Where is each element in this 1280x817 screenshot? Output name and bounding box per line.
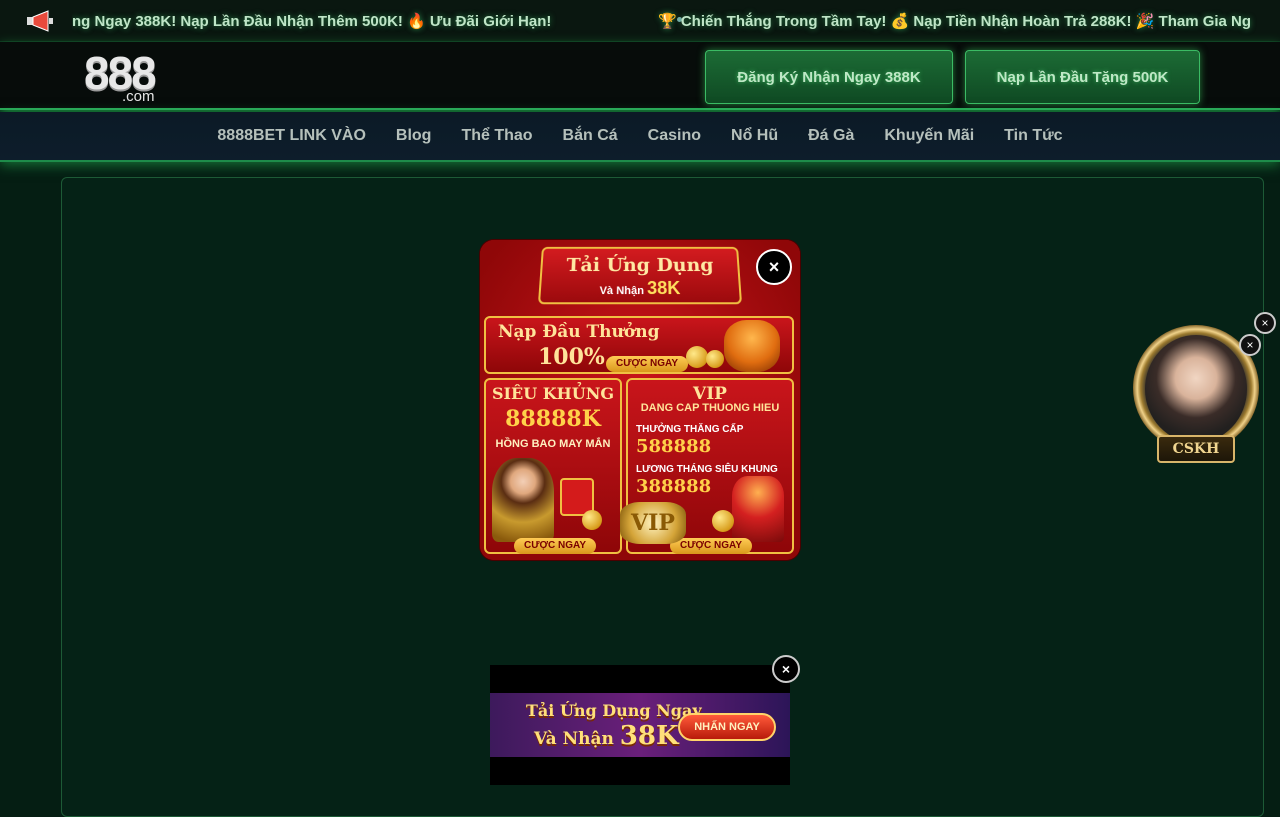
popup-ribbon-sub: Và Nhận 38K [540, 278, 739, 299]
first-deposit-card[interactable]: Nạp Đầu Thưởng 100% CƯỢC NGAY [484, 316, 794, 374]
popup-ribbon-amount: 38K [647, 277, 681, 299]
cskh-label[interactable]: CSKH [1157, 435, 1235, 463]
banner-amount: 38K [619, 721, 679, 751]
nav-item-blog[interactable]: Blog [381, 127, 447, 145]
ticker-text-2: 🏆 Chiến Thắng Trong Tầm Tay! 💰 Nạp Tiền … [658, 13, 1252, 30]
vip-card-sub: DANG CAP THUONG HIEU [640, 402, 780, 414]
customer-support-widget[interactable]: CSKH × [1133, 325, 1261, 475]
ticker-text: ng Ngay 388K! Nạp Lần Đầu Nhận Thêm 500K… [72, 13, 552, 30]
tiger-mascot-icon [724, 320, 780, 372]
site-logo[interactable]: 888 .com [84, 47, 174, 106]
vip-card-label-2: LƯƠNG THÁNG SIÊU KHUNG [636, 464, 778, 475]
nav-item-fishing[interactable]: Bắn Cá [548, 127, 633, 145]
ticker-track: ng Ngay 388K! Nạp Lần Đầu Nhận Thêm 500K… [72, 0, 1260, 41]
main-nav: 8888BET LINK VÀO Blog Thể Thao Bắn Cá Ca… [0, 112, 1280, 162]
vip-badge: VIP [620, 502, 686, 544]
coin-icon [686, 346, 708, 368]
banner-close-button[interactable]: × [772, 655, 800, 683]
popup-close-button[interactable]: × [756, 249, 792, 285]
first-deposit-title: Nạp Đầu Thưởng [498, 322, 660, 342]
bottom-app-banner[interactable]: Tải Ứng Dụng Ngay Và Nhận 38K NHẤN NGAY [490, 665, 790, 785]
nav-item-cockfight[interactable]: Đá Gà [793, 127, 869, 145]
banner-line-2-text: Và Nhận [534, 729, 614, 749]
nav-item-casino[interactable]: Casino [633, 127, 716, 145]
vip-card-title: VIP [693, 384, 727, 404]
cskh-close-button[interactable]: × [1239, 334, 1261, 356]
megaphone-icon [27, 10, 53, 32]
vip-card-label-1: THƯỞNG THĂNG CẤP [636, 424, 744, 435]
nav-item-news[interactable]: Tin Tức [989, 127, 1077, 145]
nav-item-promotions[interactable]: Khuyến Mãi [869, 127, 989, 145]
nav-item-link[interactable]: 8888BET LINK VÀO [202, 127, 380, 145]
nav-item-sports[interactable]: Thể Thao [446, 127, 547, 145]
vip-card-value-2: 388888 [636, 476, 712, 497]
lady-character-icon [492, 458, 554, 542]
popup-ribbon-title: Tải Ứng Dụng [565, 254, 715, 276]
support-agent-avatar [1145, 335, 1247, 443]
lucky-envelope-card[interactable]: SIÊU KHỦNG 88888K HỒNG BAO MAY MẮN CƯỢC … [484, 378, 622, 554]
banner-line-1: Tải Ứng Dụng Ngay [526, 701, 702, 720]
coin-icon [706, 350, 724, 368]
vip-card-value-1: 588888 [636, 436, 712, 457]
site-header: 888 .com Đăng Ký Nhận Ngay 388K Nạp Lần … [0, 42, 1280, 110]
deposit-button[interactable]: Nạp Lần Đầu Tặng 500K [965, 50, 1200, 104]
lucky-card-cta[interactable]: CƯỢC NGAY [514, 538, 597, 554]
vip-card-cta[interactable]: CƯỢC NGAY [670, 538, 753, 554]
first-deposit-pct: 100% [538, 344, 605, 370]
banner-line-2: Và Nhận 38K [534, 721, 679, 751]
announcement-ticker: ng Ngay 388K! Nạp Lần Đầu Nhận Thêm 500K… [0, 0, 1280, 42]
banner-cta-button[interactable]: NHẤN NGAY [678, 713, 776, 741]
nav-item-slots[interactable]: Nổ Hũ [716, 127, 793, 145]
god-of-wealth-icon [732, 476, 784, 542]
promo-popup[interactable]: Tải Ứng Dụng Và Nhận 38K Nạp Đầu Thưởng … [480, 240, 800, 560]
logo-sub: .com [122, 88, 155, 105]
popup-ribbon-sub-text: Và Nhận [599, 284, 645, 298]
register-button[interactable]: Đăng Ký Nhận Ngay 388K [705, 50, 953, 104]
first-deposit-cta[interactable]: CƯỢC NGAY [606, 356, 689, 372]
lucky-card-amount: 88888K [505, 406, 601, 432]
coin-icon [582, 510, 602, 530]
banner-strip: Tải Ứng Dụng Ngay Và Nhận 38K NHẤN NGAY [490, 693, 790, 757]
lucky-card-title: SIÊU KHỦNG [491, 384, 615, 403]
coin-icon [712, 510, 734, 532]
lucky-card-sub: HỒNG BAO MAY MẮN [495, 438, 611, 450]
popup-ribbon: Tải Ứng Dụng Và Nhận 38K [537, 246, 743, 305]
